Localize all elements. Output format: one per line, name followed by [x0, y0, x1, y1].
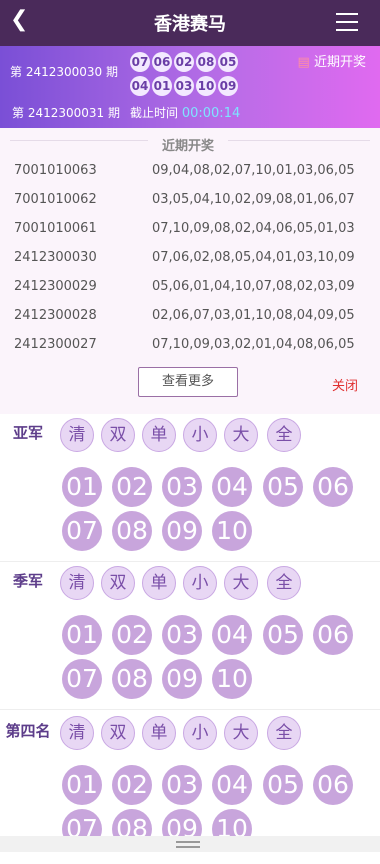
draw-result-balls: 07 06 02 08 05 04 01 03 10 09 [130, 51, 242, 99]
number-ball[interactable]: 07 [62, 511, 102, 551]
filter-button[interactable]: 单 [142, 716, 176, 750]
row-numbers: 09,04,08,02,07,10,01,03,06,05 [152, 163, 355, 178]
number-ball[interactable]: 05 [263, 765, 303, 805]
number-ball[interactable]: 02 [112, 615, 152, 655]
filter-button[interactable]: 单 [142, 566, 176, 600]
draw-ball: 04 [130, 76, 150, 96]
draw-ball: 10 [196, 76, 216, 96]
draw-ball: 03 [174, 76, 194, 96]
close-button[interactable]: 关闭 [332, 375, 358, 394]
drag-handle[interactable] [176, 841, 200, 843]
number-ball[interactable]: 09 [162, 659, 202, 699]
hamburger-menu-icon[interactable] [336, 13, 358, 31]
row-period: 2412300028 [14, 308, 97, 323]
top-bar: ❮ 香港赛马 [0, 0, 380, 46]
draw-ball: 05 [218, 52, 238, 72]
row-period: 7001010061 [14, 221, 97, 236]
number-ball[interactable]: 01 [62, 615, 102, 655]
draw-ball: 02 [174, 52, 194, 72]
filter-button[interactable]: 清 [60, 716, 94, 750]
row-numbers: 07,06,02,08,05,04,01,03,10,09 [152, 250, 355, 265]
draw-ball: 09 [218, 76, 238, 96]
chart-icon: ▤ [297, 55, 310, 70]
row-period: 7001010063 [14, 163, 97, 178]
row-period: 2412300030 [14, 250, 97, 265]
draw-ball: 06 [152, 52, 172, 72]
filter-button[interactable]: 全 [267, 716, 301, 750]
number-ball[interactable]: 02 [112, 765, 152, 805]
filter-button[interactable]: 小 [183, 418, 217, 452]
number-ball[interactable]: 03 [162, 765, 202, 805]
number-ball[interactable]: 08 [112, 659, 152, 699]
filter-button[interactable]: 全 [267, 566, 301, 600]
number-ball[interactable]: 01 [62, 467, 102, 507]
number-ball[interactable]: 04 [212, 765, 252, 805]
drag-handle-line [176, 846, 200, 848]
number-ball[interactable]: 07 [62, 659, 102, 699]
row-numbers: 02,06,07,03,01,10,08,04,09,05 [152, 308, 355, 323]
bet-section: 季军清双单小大全 01 02 03 04 05 06 07 08 09 10 [0, 566, 380, 714]
row-numbers: 07,10,09,03,02,01,04,08,06,05 [152, 337, 355, 352]
number-ball[interactable]: 04 [212, 467, 252, 507]
row-numbers: 05,06,01,04,10,07,08,02,03,09 [152, 279, 355, 294]
filter-button[interactable]: 清 [60, 418, 94, 452]
number-ball[interactable]: 06 [313, 615, 353, 655]
number-ball[interactable]: 06 [313, 467, 353, 507]
section-label: 季军 [12, 572, 43, 590]
filter-button[interactable]: 大 [224, 566, 258, 600]
filter-button[interactable]: 大 [224, 716, 258, 750]
recent-draws-panel: 近期开奖 7001010063 09,04,08,02,07,10,01,03,0… [0, 128, 380, 414]
recent-draws-link-label: 近期开奖 [313, 55, 366, 70]
filter-button[interactable]: 单 [142, 418, 176, 452]
number-ball[interactable]: 04 [212, 615, 252, 655]
number-ball[interactable]: 06 [313, 765, 353, 805]
bet-section: 亚军清双单小大全 01 02 03 04 05 06 07 08 09 10 [0, 418, 380, 566]
number-ball[interactable]: 02 [112, 467, 152, 507]
filter-button[interactable]: 小 [183, 716, 217, 750]
draw-ball: 08 [196, 52, 216, 72]
number-ball[interactable]: 10 [212, 511, 252, 551]
number-ball[interactable]: 05 [263, 615, 303, 655]
filter-button[interactable]: 双 [101, 566, 135, 600]
number-ball[interactable]: 05 [263, 467, 303, 507]
number-ball[interactable]: 10 [212, 659, 252, 699]
row-period: 2412300027 [14, 337, 97, 352]
row-numbers: 07,10,09,08,02,04,06,05,01,03 [152, 221, 355, 236]
filter-button[interactable]: 全 [267, 418, 301, 452]
view-more-button[interactable]: 查看更多 [138, 367, 238, 397]
number-ball[interactable]: 03 [162, 467, 202, 507]
draw-ball: 01 [152, 76, 172, 96]
current-period: 第 2412300030 期 [10, 65, 118, 79]
number-ball[interactable]: 09 [162, 511, 202, 551]
filter-button[interactable]: 双 [101, 716, 135, 750]
deadline-label: 截止时间 [130, 106, 179, 120]
panel-title: 近期开奖 [148, 135, 228, 154]
row-period: 7001010062 [14, 192, 97, 207]
filter-button[interactable]: 小 [183, 566, 217, 600]
number-ball[interactable]: 08 [112, 511, 152, 551]
filter-button[interactable]: 双 [101, 418, 135, 452]
row-numbers: 03,05,04,10,02,09,08,01,06,07 [152, 192, 355, 207]
number-ball[interactable]: 03 [162, 615, 202, 655]
section-label: 第四名 [5, 722, 51, 740]
filter-button[interactable]: 大 [224, 418, 258, 452]
page-title: 香港赛马 [154, 14, 226, 35]
filter-button[interactable]: 清 [60, 566, 94, 600]
section-divider [0, 561, 380, 562]
latest-draw-banner: 第 2412300030 期 07 06 02 08 05 04 01 03 10 09 ▤ 近期… [0, 46, 380, 128]
draw-ball: 07 [130, 52, 150, 72]
deadline: 截止时间 00:00:14 [130, 104, 240, 121]
section-label: 亚军 [12, 424, 43, 442]
bottom-bar [0, 836, 380, 852]
countdown-timer: 00:00:14 [181, 106, 241, 121]
recent-draws-link[interactable]: ▤ 近期开奖 [298, 51, 366, 70]
next-period: 第 2412300031 期 [12, 106, 120, 120]
number-ball[interactable]: 01 [62, 765, 102, 805]
row-period: 2412300029 [14, 279, 97, 294]
section-divider [0, 709, 380, 710]
